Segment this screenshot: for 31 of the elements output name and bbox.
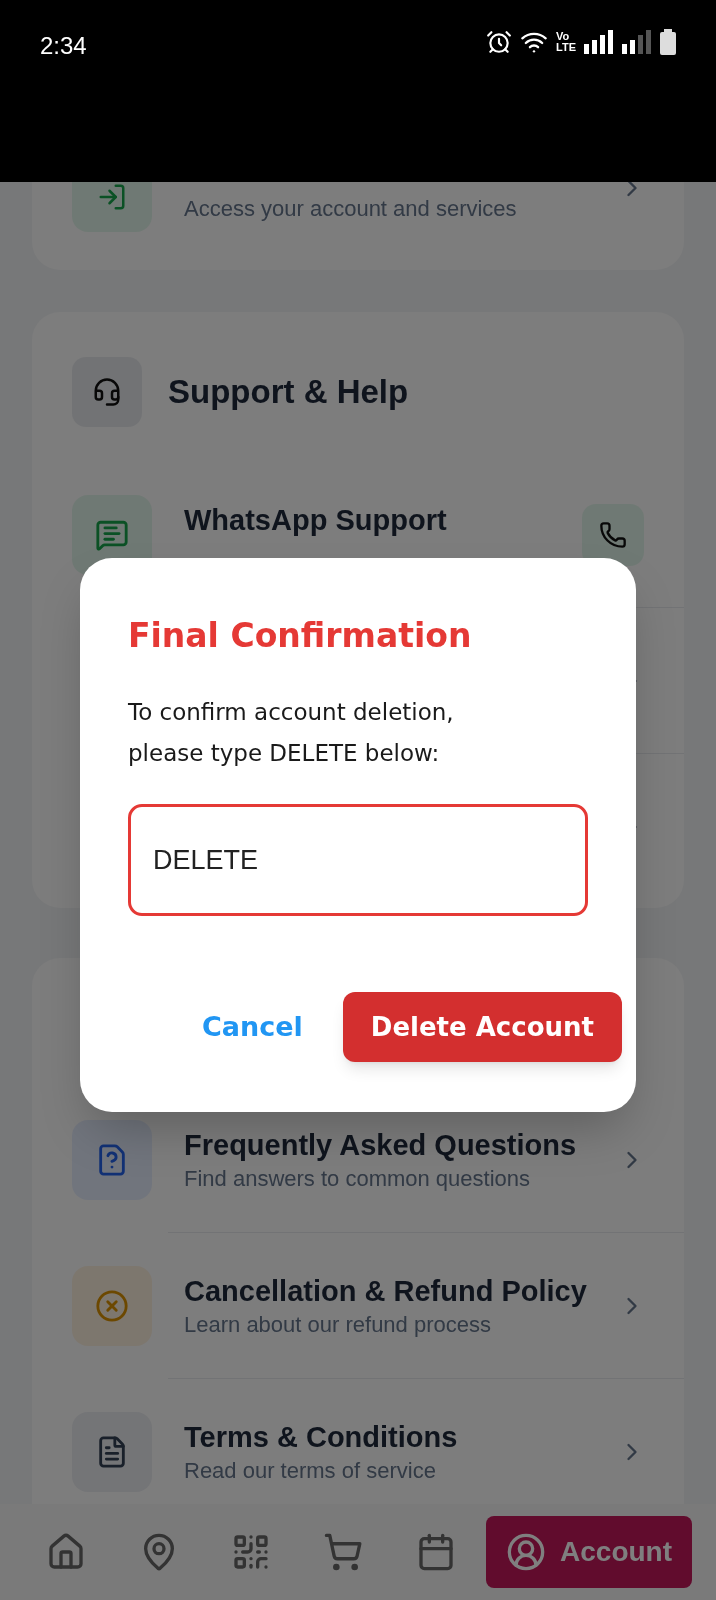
qr-code-icon [231, 1532, 271, 1572]
signal-icon [622, 30, 652, 54]
row-title: Terms & Conditions [184, 1420, 459, 1455]
nav-tab[interactable]: Account [486, 1516, 693, 1588]
row-subtitle: Find answers to common questions [184, 1165, 532, 1193]
dialog-message: To confirm account deletion, please type DELETE below: [128, 698, 455, 768]
row-title: Cancellation & Refund Policy [184, 1274, 588, 1309]
alarm-icon [486, 29, 513, 55]
message-icon [95, 518, 129, 552]
network-label: Vo [556, 31, 571, 42]
phone-icon [599, 521, 627, 549]
clock: 2:34 [40, 31, 87, 61]
confirm-input[interactable]: DELETE [128, 804, 588, 916]
row-subtitle: Learn about our refund process [184, 1311, 492, 1339]
delete-account-button[interactable]: Delete Account [342, 992, 622, 1062]
account-icon [506, 1532, 547, 1572]
sign-in-icon [97, 182, 127, 212]
cart-icon [323, 1532, 364, 1572]
row-subtitle: Access your account and services [184, 195, 518, 223]
network-label: LTE [556, 42, 576, 53]
cancel-icon [95, 1289, 129, 1323]
dialog-title: Final Confirmation [128, 616, 473, 656]
row-title: Frequently Asked Questions [184, 1128, 578, 1163]
headset-icon [92, 377, 122, 407]
battery-icon [660, 29, 676, 55]
row-title: WhatsApp Support [184, 503, 448, 538]
icon-tile[interactable] [582, 504, 644, 566]
cancel-button[interactable]: Cancel [194, 996, 311, 1058]
row-subtitle: Read our terms of service [184, 1457, 437, 1485]
section-title: Support & Help [168, 372, 409, 413]
signal-icon [584, 30, 614, 54]
